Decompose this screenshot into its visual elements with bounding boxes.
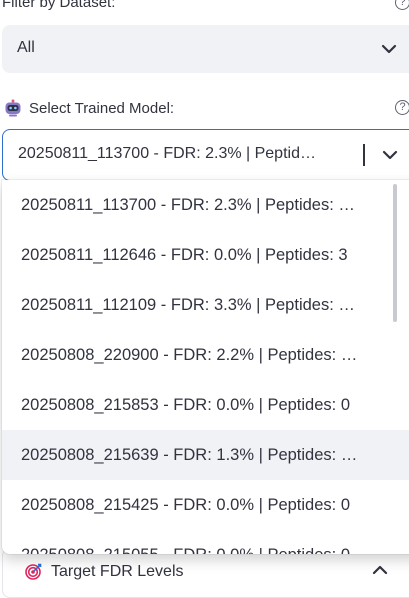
filter-dataset-label: Filter by Dataset:	[2, 0, 116, 11]
target-fdr-label: Target FDR Levels	[51, 563, 184, 580]
dropdown-option[interactable]: 20250808_215853 - FDR: 0.0% | Peptides: …	[2, 380, 409, 430]
dropdown-option[interactable]: 20250811_112109 - FDR: 3.3% | Peptides: …	[2, 280, 409, 330]
dropdown-option[interactable]: 20250811_113700 - FDR: 2.3% | Peptides: …	[2, 180, 409, 230]
model-dropdown-menu[interactable]: 20250811_113700 - FDR: 2.3% | Peptides: …	[2, 180, 409, 554]
target-fdr-expander[interactable]: Target FDR Levels	[2, 548, 409, 598]
target-icon	[25, 563, 42, 580]
dataset-select-value: All	[17, 39, 35, 56]
dropdown-option[interactable]: 20250808_215055 - FDR: 0.0% | Peptides: …	[2, 530, 409, 554]
model-select-label: Select Trained Model:	[29, 100, 175, 117]
dropdown-option[interactable]: 20250808_215425 - FDR: 0.0% | Peptides: …	[2, 480, 409, 530]
chevron-down-icon	[382, 150, 398, 160]
select-divider	[363, 144, 365, 166]
dropdown-option[interactable]: 20250808_220900 - FDR: 2.2% | Peptides: …	[2, 330, 409, 380]
dropdown-scrollbar[interactable]	[393, 184, 397, 322]
dropdown-option[interactable]: 20250811_112646 - FDR: 0.0% | Peptides: …	[2, 230, 409, 280]
robot-icon	[5, 99, 21, 117]
dropdown-option-hovered[interactable]: 20250808_215639 - FDR: 1.3% | Peptides: …	[2, 430, 409, 480]
dataset-select[interactable]: All	[2, 25, 409, 73]
question-icon[interactable]: ?	[395, 100, 409, 115]
chevron-down-icon	[381, 44, 397, 54]
chevron-up-icon	[372, 565, 388, 575]
model-select-value: 20250811_113700 - FDR: 2.3% | Peptid…	[18, 145, 316, 162]
question-icon[interactable]: ?	[395, 0, 409, 10]
model-select[interactable]: 20250811_113700 - FDR: 2.3% | Peptid…	[2, 129, 409, 181]
